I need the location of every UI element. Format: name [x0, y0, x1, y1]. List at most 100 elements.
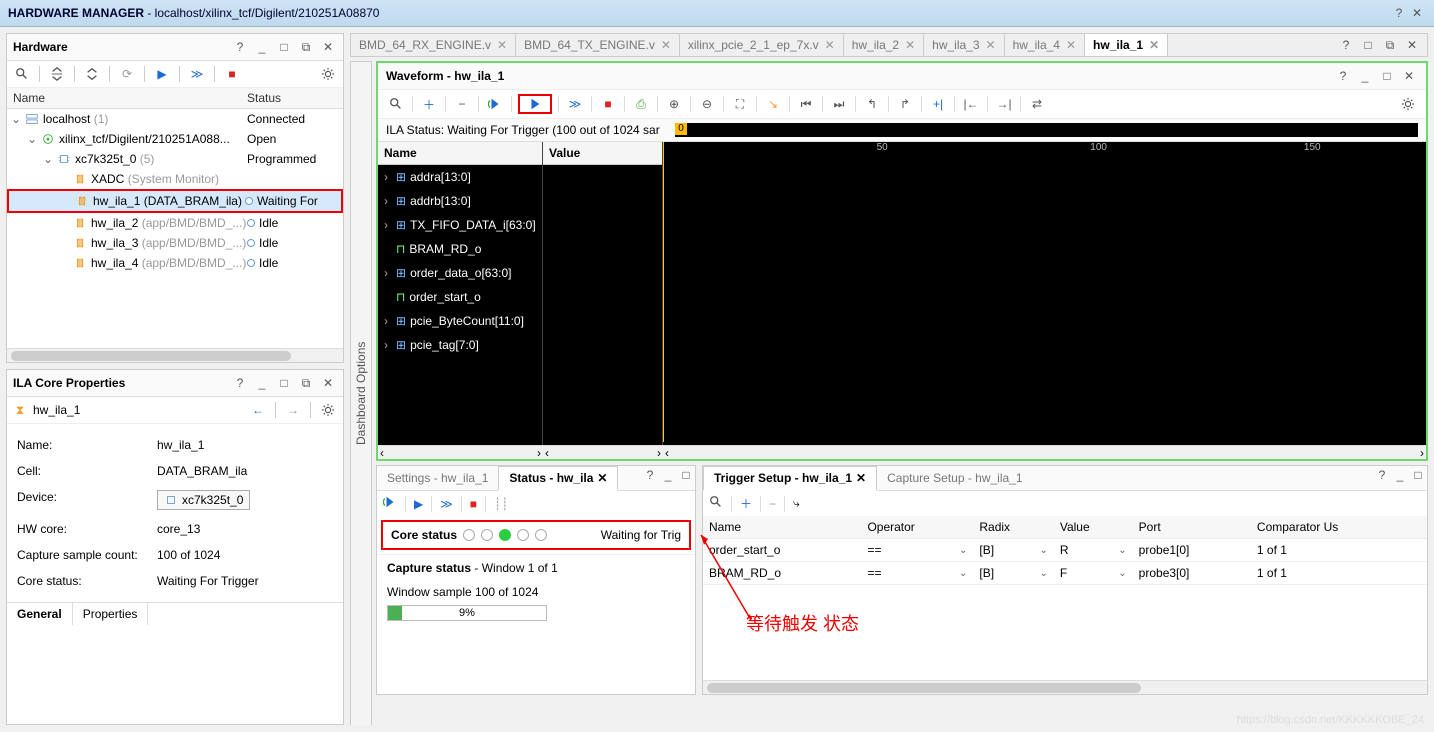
tree-row[interactable]: ⫾⫾hw_ila_3 (app/BMD/BMD_...)Idle — [7, 233, 343, 253]
cursor-zero[interactable]: 0 — [675, 123, 687, 135]
trigger-mode-icon[interactable]: ⤷ — [793, 496, 800, 511]
zoom-out-icon[interactable]: ⊖ — [697, 94, 717, 114]
scrollbar[interactable]: ‹› — [663, 445, 1426, 459]
play-button[interactable] — [518, 94, 552, 114]
dropdown[interactable]: F⌄ — [1060, 566, 1127, 580]
scrollbar[interactable]: ‹› — [543, 445, 663, 459]
scrollbar[interactable] — [7, 348, 343, 362]
help-icon[interactable]: ? — [231, 374, 249, 392]
waveform-canvas[interactable]: 50 100 150 — [663, 142, 1426, 445]
add-icon[interactable]: ＋ — [419, 94, 439, 114]
play-icon[interactable]: ▶ — [414, 497, 423, 511]
stop-icon[interactable]: ■ — [223, 65, 241, 83]
tree-row[interactable]: ⫾⫾hw_ila_4 (app/BMD/BMD_...)Idle — [7, 253, 343, 273]
signal-row[interactable]: ⊓ order_start_o — [378, 285, 542, 309]
tab[interactable]: hw_ila_2✕ — [844, 34, 924, 56]
close-icon[interactable]: ✕ — [319, 374, 337, 392]
help-icon[interactable]: ? — [1337, 36, 1355, 54]
run-all-icon[interactable]: ≫ — [188, 65, 206, 83]
gear-icon[interactable] — [319, 401, 337, 419]
help-icon[interactable]: ? — [231, 38, 249, 56]
signal-row[interactable]: ›⊞ TX_FIFO_DATA_i[63:0] — [378, 213, 542, 237]
close-icon[interactable]: ✕ — [905, 38, 915, 52]
run-trigger-icon[interactable] — [485, 94, 505, 114]
expand-icon[interactable] — [83, 65, 101, 83]
tab-settings[interactable]: Settings - hw_ila_1 — [377, 466, 498, 490]
stop-icon[interactable]: ■ — [470, 497, 477, 511]
close-icon[interactable]: ✕ — [497, 38, 507, 52]
search-icon[interactable] — [386, 94, 406, 114]
dropdown[interactable]: ==⌄ — [867, 543, 967, 557]
export-icon[interactable]: ⎙ — [631, 94, 651, 114]
close-icon[interactable]: ✕ — [1400, 67, 1418, 85]
close-icon[interactable]: ✕ — [1066, 38, 1076, 52]
maximize-icon[interactable]: □ — [275, 38, 293, 56]
tree-row[interactable]: ⫾⫾hw_ila_2 (app/BMD/BMD_...)Idle — [7, 213, 343, 233]
search-icon[interactable] — [13, 65, 31, 83]
restore-icon[interactable]: ⧉ — [297, 38, 315, 56]
maximize-icon[interactable]: □ — [1409, 466, 1427, 484]
tab[interactable]: xilinx_pcie_2_1_ep_7x.v✕ — [680, 34, 844, 56]
go-to-end-icon[interactable]: ⏭ — [829, 94, 849, 114]
minimize-icon[interactable]: _ — [659, 466, 677, 484]
close-icon[interactable]: ✕ — [856, 471, 866, 485]
trigger-row[interactable]: BRAM_RD_o==⌄[B]⌄F⌄probe3[0]1 of 1 — [703, 562, 1427, 585]
tree-row[interactable]: ⫾⫾hw_ila_1 (DATA_BRAM_ila)Waiting For — [7, 189, 343, 213]
signal-row[interactable]: ›⊞ addra[13:0] — [378, 165, 542, 189]
zoom-in-icon[interactable]: ⊕ — [664, 94, 684, 114]
tab-general[interactable]: General — [7, 602, 73, 625]
dashboard-options[interactable]: Dashboard Options — [350, 61, 372, 725]
gear-icon[interactable] — [319, 65, 337, 83]
back-icon[interactable]: ← — [249, 401, 267, 419]
dropdown[interactable]: [B]⌄ — [979, 543, 1047, 557]
maximize-icon[interactable]: □ — [1359, 36, 1377, 54]
help-icon[interactable]: ? — [641, 466, 659, 484]
dropdown[interactable]: R⌄ — [1060, 543, 1127, 557]
maximize-icon[interactable]: □ — [1378, 67, 1396, 85]
tab-trigger-setup[interactable]: Trigger Setup - hw_ila_1 ✕ — [703, 466, 877, 491]
tab-status[interactable]: Status - hw_ila ✕ — [498, 466, 618, 491]
signal-row[interactable]: ⊓ BRAM_RD_o — [378, 237, 542, 261]
tree-row[interactable]: ⫾⫾XADC (System Monitor) — [7, 169, 343, 189]
tab[interactable]: hw_ila_3✕ — [924, 34, 1004, 56]
collapse-icon[interactable] — [48, 65, 66, 83]
close-icon[interactable]: ✕ — [319, 38, 337, 56]
fast-forward-icon[interactable]: ≫ — [565, 94, 585, 114]
fast-forward-icon[interactable]: ≫ — [440, 497, 453, 511]
go-to-cursor-icon[interactable]: ↘ — [763, 94, 783, 114]
tree-row[interactable]: ⌄localhost (1)Connected — [7, 109, 343, 129]
tab[interactable]: BMD_64_RX_ENGINE.v✕ — [351, 34, 516, 56]
run-icon[interactable]: ▶ — [153, 65, 171, 83]
search-icon[interactable] — [709, 495, 723, 512]
minimize-icon[interactable]: _ — [253, 374, 271, 392]
trigger-row[interactable]: order_start_o==⌄[B]⌄R⌄probe1[0]1 of 1 — [703, 539, 1427, 562]
restore-icon[interactable]: ⧉ — [297, 374, 315, 392]
maximize-icon[interactable]: □ — [677, 466, 695, 484]
close-icon[interactable]: ✕ — [597, 471, 607, 485]
signal-row[interactable]: ›⊞ addrb[13:0] — [378, 189, 542, 213]
minimize-icon[interactable]: _ — [1391, 466, 1409, 484]
run-trigger-icon[interactable] — [383, 495, 397, 512]
tab-properties[interactable]: Properties — [73, 603, 149, 625]
close-icon[interactable]: ✕ — [825, 38, 835, 52]
close-icon[interactable]: ✕ — [1403, 36, 1421, 54]
close-icon[interactable]: ✕ — [1149, 38, 1159, 52]
help-icon[interactable]: ? — [1334, 67, 1352, 85]
tree-row[interactable]: ⌄xilinx_tcf/Digilent/210251A088...Open — [7, 129, 343, 149]
stop-icon[interactable]: ■ — [598, 94, 618, 114]
signal-row[interactable]: ›⊞ pcie_tag[7:0] — [378, 333, 542, 357]
restore-icon[interactable]: ⧉ — [1381, 36, 1399, 54]
go-to-start-icon[interactable]: ⏮ — [796, 94, 816, 114]
close-icon[interactable]: ✕ — [661, 38, 671, 52]
zoom-fit-icon[interactable]: ⛶ — [730, 94, 750, 114]
tab[interactable]: hw_ila_1✕ — [1085, 34, 1168, 56]
dropdown[interactable]: [B]⌄ — [979, 566, 1047, 580]
tab-capture-setup[interactable]: Capture Setup - hw_ila_1 — [877, 466, 1032, 490]
tree-row[interactable]: ⌄xc7k325t_0 (5)Programmed — [7, 149, 343, 169]
help-icon[interactable]: ? — [1373, 466, 1391, 484]
signal-row[interactable]: ›⊞ pcie_ByteCount[11:0] — [378, 309, 542, 333]
minimize-icon[interactable]: _ — [253, 38, 271, 56]
maximize-icon[interactable]: □ — [275, 374, 293, 392]
tab[interactable]: BMD_64_TX_ENGINE.v✕ — [516, 34, 680, 56]
minimize-icon[interactable]: _ — [1356, 67, 1374, 85]
